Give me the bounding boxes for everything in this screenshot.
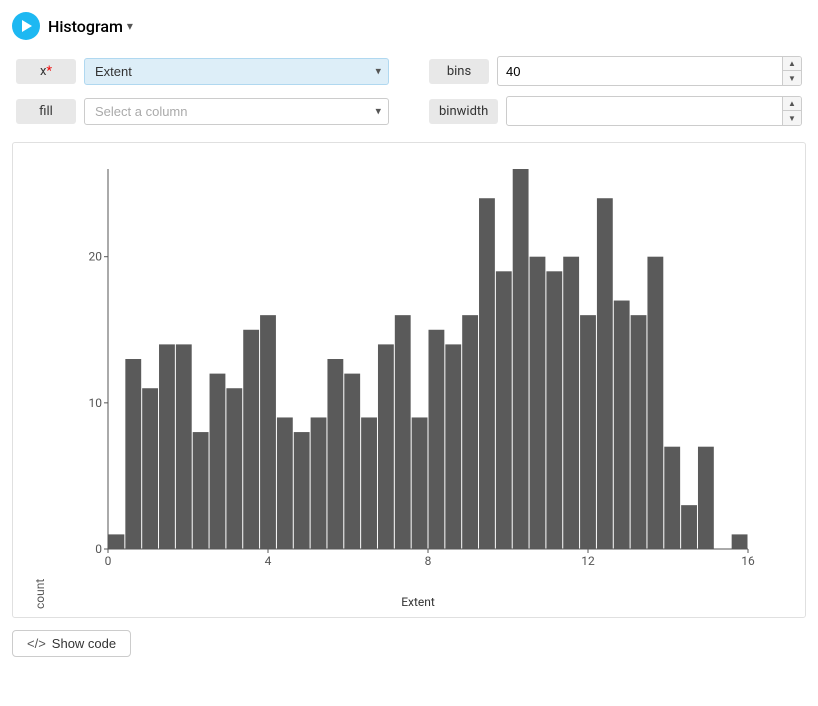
x-label: x* (16, 59, 76, 84)
y-axis-label: count (29, 159, 47, 609)
fill-control-row: fill Select a column ▾ (16, 96, 389, 126)
chart-type-label: Histogram (48, 17, 123, 36)
binwidth-decrement-button[interactable]: ▼ (783, 111, 801, 125)
chart-area: 0 10 20 0 4 8 12 16 Extent (47, 159, 789, 609)
svg-text:8: 8 (425, 554, 432, 568)
bins-control-row: bins ▲ ▼ (429, 56, 802, 86)
svg-text:0: 0 (105, 554, 112, 568)
chart-container: count 0 10 20 0 4 8 12 16 Extent (12, 142, 806, 618)
svg-text:4: 4 (265, 554, 272, 568)
binwidth-label: binwidth (429, 99, 498, 124)
show-code-label: Show code (52, 636, 116, 651)
x-axis-label: Extent (47, 595, 789, 609)
svg-text:16: 16 (741, 554, 755, 568)
x-control-row: x* Extent ▾ (16, 56, 389, 86)
svg-text:10: 10 (89, 396, 103, 410)
bins-increment-button[interactable]: ▲ (783, 57, 801, 71)
svg-text:20: 20 (89, 250, 103, 264)
x-select[interactable]: Extent (84, 58, 389, 85)
play-icon (22, 20, 32, 32)
binwidth-spinner: ▲ ▼ (782, 97, 801, 125)
binwidth-input[interactable] (507, 99, 782, 124)
controls-panel: x* Extent ▾ bins ▲ ▼ fill Select a colum… (12, 56, 806, 126)
bins-decrement-button[interactable]: ▼ (783, 71, 801, 85)
svg-text:0: 0 (95, 542, 102, 556)
bins-label: bins (429, 59, 489, 84)
svg-text:12: 12 (581, 554, 595, 568)
chart-type-dropdown[interactable]: Histogram ▾ (48, 17, 133, 36)
show-code-button[interactable]: </> Show code (12, 630, 131, 657)
dropdown-caret-icon: ▾ (127, 19, 133, 33)
fill-label: fill (16, 99, 76, 124)
chart-inner: count 0 10 20 0 4 8 12 16 Extent (29, 159, 789, 609)
bins-input-wrapper: ▲ ▼ (497, 56, 802, 86)
bins-input[interactable] (498, 59, 782, 84)
fill-select[interactable]: Select a column (84, 98, 389, 125)
run-button[interactable] (12, 12, 40, 40)
binwidth-control-row: binwidth ▲ ▼ (429, 96, 802, 126)
bins-spinner: ▲ ▼ (782, 57, 801, 85)
fill-select-wrapper: Select a column ▾ (84, 98, 389, 125)
binwidth-input-wrapper: ▲ ▼ (506, 96, 802, 126)
x-select-wrapper: Extent ▾ (84, 58, 389, 85)
histogram-svg: 0 10 20 0 4 8 12 16 (47, 159, 789, 593)
code-icon: </> (27, 636, 46, 651)
binwidth-increment-button[interactable]: ▲ (783, 97, 801, 111)
page-header: Histogram ▾ (12, 12, 806, 40)
